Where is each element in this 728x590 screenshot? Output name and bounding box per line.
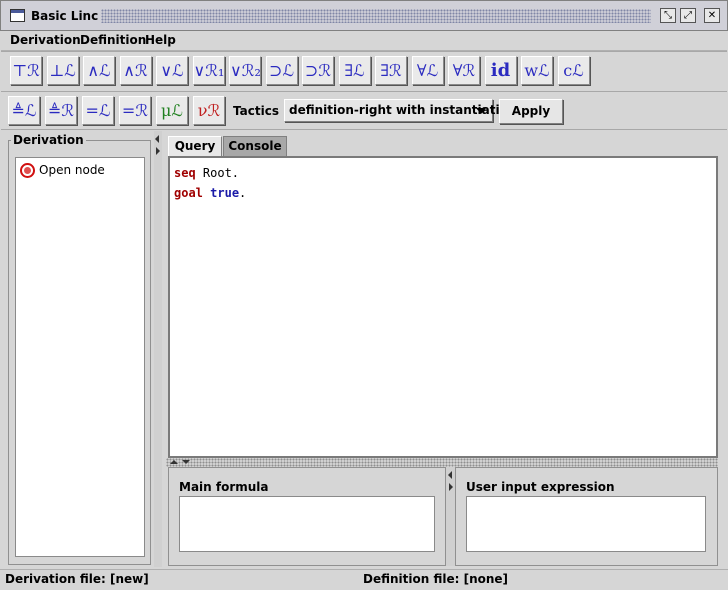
expand-right-icon[interactable] (449, 483, 453, 491)
window-title: Basic Linc (31, 9, 99, 23)
menu-definition[interactable]: Definition (80, 33, 146, 47)
weaken-left-icon[interactable]: wℒ (521, 56, 553, 85)
eq-left-icon[interactable]: =ℒ (82, 96, 114, 125)
keyword-goal: goal (174, 186, 203, 200)
implies-left-icon[interactable]: ⊃ℒ (265, 56, 298, 85)
tactics-label: Tactics (233, 104, 279, 118)
chevron-down-icon (476, 108, 486, 114)
tactics-dropdown[interactable]: definition-right with instantiation (284, 99, 516, 122)
main-formula-pane: Main formula (168, 467, 446, 566)
bottom-splitter[interactable] (446, 467, 455, 566)
main-formula-label: Main formula (179, 480, 269, 494)
expand-right-icon[interactable] (156, 147, 160, 155)
definition-file-status: Definition file: [none] (363, 572, 509, 586)
identity-icon[interactable]: id (484, 56, 517, 85)
query-editor[interactable]: seq Root. goal true. (168, 156, 718, 458)
code-text: Root. (195, 166, 240, 180)
toolbar-separator (1, 51, 727, 52)
defeq-left-icon[interactable]: ≜ℒ (8, 96, 40, 125)
main-formula-field[interactable] (179, 496, 435, 552)
user-input-label: User input expression (466, 480, 615, 494)
exists-left-icon[interactable]: ∃ℒ (338, 56, 371, 85)
toolbar-separator (1, 91, 727, 92)
tab-console[interactable]: Console (223, 136, 287, 156)
menu-bar: Derivation Definition Help (1, 31, 727, 51)
contract-left-icon[interactable]: cℒ (557, 56, 590, 85)
or-left-icon[interactable]: ∨ℒ (156, 56, 188, 85)
mu-left-icon[interactable]: μℒ (156, 96, 188, 125)
horizontal-splitter[interactable] (166, 458, 718, 467)
exists-right-icon[interactable]: ∃ℛ (375, 56, 407, 85)
tree-node-label: Open node (39, 163, 105, 177)
menu-help[interactable]: Help (145, 33, 176, 47)
and-left-icon[interactable]: ∧ℒ (83, 56, 115, 85)
status-bar: Derivation file: [new] Definition file: … (0, 569, 728, 590)
tree-node-open[interactable]: Open node (20, 163, 105, 178)
keyword-seq: seq (174, 166, 196, 180)
value-true: true (210, 186, 240, 200)
toolbar-separator (1, 129, 727, 130)
close-icon[interactable]: ✕ (704, 8, 720, 23)
minimize-icon[interactable]: ⤡ (660, 8, 676, 23)
derivation-tree[interactable]: Open node (15, 157, 145, 557)
menu-derivation[interactable]: Derivation (10, 33, 81, 47)
forall-left-icon[interactable]: ∀ℒ (411, 56, 444, 85)
derivation-panel-title: Derivation (11, 133, 86, 147)
open-node-icon (20, 163, 35, 178)
window-icon (10, 9, 25, 22)
title-bar: Basic Linc ⤡ ⤢ ✕ (0, 0, 728, 31)
or-right1-icon[interactable]: ∨ℛ₁ (192, 56, 225, 85)
and-right-icon[interactable]: ∧ℛ (119, 56, 152, 85)
code-line: goal true. (174, 186, 246, 200)
tab-query[interactable]: Query (168, 136, 222, 156)
user-input-pane: User input expression (455, 467, 718, 566)
bottom-left-icon[interactable]: ⊥ℒ (46, 56, 79, 85)
vertical-splitter[interactable] (154, 131, 162, 567)
or-right2-icon[interactable]: ∨ℛ₂ (229, 56, 261, 85)
top-right-icon[interactable]: ⊤ℛ (10, 56, 42, 85)
nu-right-icon[interactable]: νℛ (193, 96, 225, 125)
derivation-panel: Derivation Open node (3, 131, 154, 567)
eq-right-icon[interactable]: =ℛ (119, 96, 151, 125)
forall-right-icon[interactable]: ∀ℛ (448, 56, 480, 85)
implies-right-icon[interactable]: ⊃ℛ (302, 56, 334, 85)
maximize-icon[interactable]: ⤢ (680, 8, 696, 23)
collapse-left-icon[interactable] (448, 471, 452, 479)
code-line: seq Root. (174, 166, 239, 180)
collapse-up-icon[interactable] (170, 460, 178, 464)
title-grip (101, 9, 651, 23)
defeq-right-icon[interactable]: ≜ℛ (45, 96, 77, 125)
expand-down-icon[interactable] (182, 460, 190, 464)
apply-button[interactable]: Apply (499, 99, 563, 124)
user-input-field[interactable] (466, 496, 706, 552)
collapse-left-icon[interactable] (155, 135, 159, 143)
code-text: . (239, 186, 247, 200)
derivation-file-status: Derivation file: [new] (5, 572, 149, 586)
